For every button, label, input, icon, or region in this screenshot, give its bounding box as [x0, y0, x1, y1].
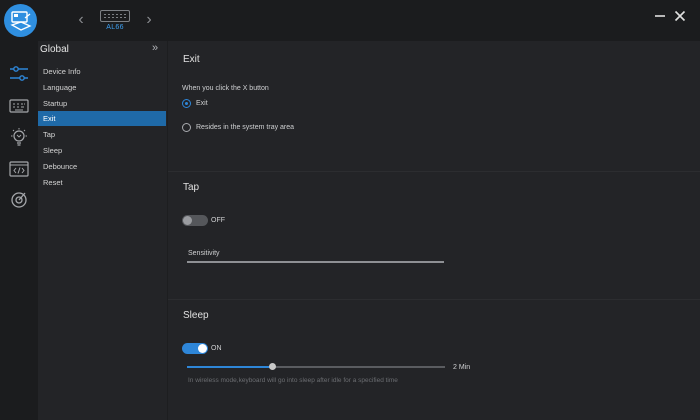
title-bar: ‹ AL66 › — [0, 0, 700, 41]
rail-item-performance[interactable] — [0, 185, 38, 215]
rail-item-global[interactable] — [0, 59, 38, 89]
settings-content: Exit When you click the X button Exit Re… — [168, 41, 700, 420]
chevron-right-icon[interactable]: › — [142, 6, 156, 34]
chevron-left-icon[interactable]: ‹ — [74, 6, 88, 34]
sensitivity-field[interactable] — [187, 261, 444, 263]
sliders-icon — [10, 66, 28, 81]
menu-item-exit[interactable]: Exit — [38, 111, 166, 126]
exit-question: When you click the X button — [182, 85, 269, 92]
app-logo-icon — [4, 4, 37, 37]
exit-option-label[interactable]: Exit — [196, 100, 208, 107]
sleep-section-title: Sleep — [183, 310, 209, 321]
menu-item-language[interactable]: Language — [38, 80, 166, 95]
tray-option-radio[interactable] — [182, 123, 191, 132]
menu-item-device-info[interactable]: Device Info — [38, 64, 166, 79]
sensitivity-label: Sensitivity — [188, 250, 220, 257]
menu-item-startup[interactable]: Startup — [38, 96, 166, 111]
tray-option-label[interactable]: Resides in the system tray area — [196, 124, 294, 131]
device-name: AL66 — [106, 24, 124, 31]
exit-section: Exit When you click the X button Exit Re… — [168, 41, 700, 171]
sleep-slider-thumb[interactable] — [268, 363, 276, 370]
menu-item-debounce[interactable]: Debounce — [38, 159, 166, 174]
sleep-toggle-knob — [198, 344, 207, 353]
device-selector[interactable]: AL66 — [94, 6, 136, 31]
sleep-slider-fill — [187, 366, 273, 368]
minimize-button[interactable] — [650, 6, 670, 26]
menu-item-reset[interactable]: Reset — [38, 175, 166, 190]
sleep-toggle[interactable] — [182, 343, 208, 354]
lightbulb-icon — [11, 128, 27, 146]
minimize-icon — [655, 15, 665, 17]
icon-rail — [0, 41, 38, 420]
tap-section: Tap OFF Sensitivity — [168, 171, 700, 299]
close-icon — [674, 10, 686, 22]
target-icon — [11, 192, 27, 208]
sleep-slider-value: 2 Min — [453, 364, 471, 371]
sleep-hint: In wireless mode,keyboard will go into s… — [188, 377, 398, 384]
menu-title: Global — [40, 44, 69, 55]
double-chevron-right-icon[interactable]: » — [152, 42, 158, 54]
keyboard-icon — [100, 10, 130, 22]
menu-item-tap[interactable]: Tap — [38, 127, 166, 142]
sleep-section: Sleep ON 2 Min In wireless mode,keyboard… — [168, 299, 700, 420]
rail-item-keys[interactable] — [0, 91, 38, 121]
rail-item-lighting[interactable] — [0, 122, 38, 152]
keyboard-icon — [9, 99, 29, 113]
tap-section-title: Tap — [183, 182, 200, 193]
sleep-slider[interactable] — [187, 362, 445, 372]
exit-section-title: Exit — [183, 54, 200, 65]
tap-toggle[interactable] — [182, 215, 208, 226]
exit-option-radio[interactable] — [182, 99, 191, 108]
tap-toggle-state: OFF — [211, 217, 225, 224]
device-switcher: ‹ AL66 › — [74, 6, 156, 34]
sleep-toggle-state: ON — [211, 345, 222, 352]
code-icon — [9, 161, 29, 177]
close-button[interactable] — [670, 6, 690, 26]
tap-toggle-knob — [183, 216, 192, 225]
rail-item-macro[interactable] — [0, 154, 38, 184]
settings-menu: Global » Device Info Language Startup Ex… — [38, 41, 167, 420]
menu-item-sleep[interactable]: Sleep — [38, 143, 166, 158]
